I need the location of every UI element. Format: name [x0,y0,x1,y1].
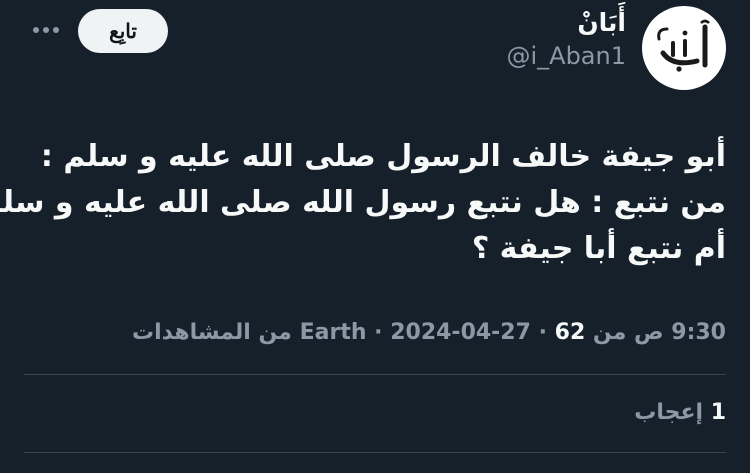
dot [33,27,39,33]
tweet-text-line: من نتبع : هل نتبع رسول الله صلى الله علي… [0,185,726,220]
avatar[interactable] [642,6,726,90]
tweet-card: أَبَانْ @i_Aban1 تابِع أبو جيفة خالف الر… [0,0,750,473]
likes-count: 1 [710,400,726,425]
divider [24,374,726,375]
likes-label: إعجاب [634,400,704,425]
tweet-text: أبو جيفة خالف الرسول صلى الله عليه و سلم… [0,134,726,272]
author-info: أَبَانْ @i_Aban1 [506,6,626,72]
tweet-date[interactable]: 2024-04-27 [390,320,531,345]
meta-separator: · [538,320,547,345]
avatar-logo [649,13,719,83]
divider [24,452,726,453]
likes-link[interactable]: 1 إعجاب [634,396,726,430]
tweet-text-line: أم نتبع أبا جيفة ؟ [471,231,726,266]
more-dots-icon[interactable] [26,16,66,44]
tweet-meta: 9:30 ص من Earth · 2024-04-27 · 62 من الم… [132,316,726,350]
meta-separator: · [374,320,383,345]
views-count: 62 [554,320,586,345]
views-label: من المشاهدات [132,320,292,345]
display-name[interactable]: أَبَانْ [506,6,626,40]
dot [43,27,49,33]
tweet-text-line: أبو جيفة خالف الرسول صلى الله عليه و سلم… [40,139,726,174]
user-handle[interactable]: @i_Aban1 [506,40,626,72]
dot [53,27,59,33]
follow-button[interactable]: تابِع [78,9,168,53]
